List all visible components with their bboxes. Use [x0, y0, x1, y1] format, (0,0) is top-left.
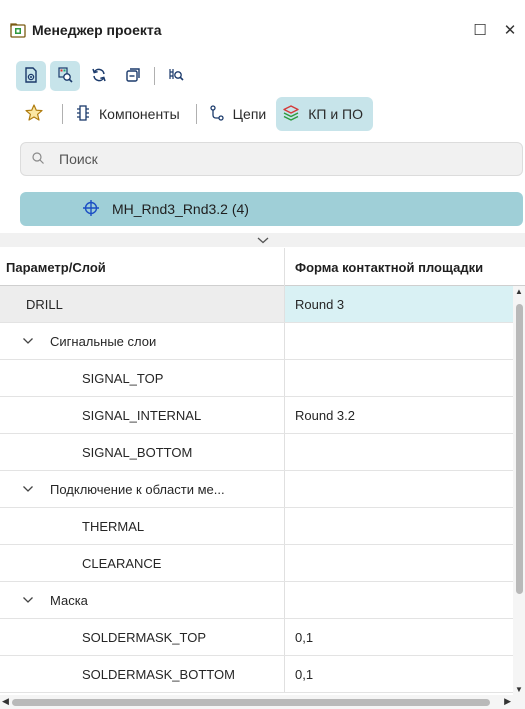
parameter-cell: SOLDERMASK_TOP [0, 619, 285, 655]
search-input[interactable] [59, 151, 499, 167]
table-group-row[interactable]: Подключение к области ме... [0, 471, 513, 508]
pad-shape-cell[interactable]: Round 3 [285, 286, 513, 322]
pad-stack-item[interactable]: MH_Rnd3_Rnd3.2 (4) [20, 192, 523, 226]
chevron-down-icon[interactable] [22, 337, 36, 345]
chevron-down-icon [256, 232, 270, 248]
toolbar [16, 60, 195, 92]
pad-shape-cell[interactable] [285, 582, 513, 618]
pad-crosshair-icon [82, 199, 100, 220]
parameter-cell: SIGNAL_BOTTOM [0, 434, 285, 470]
pad-shape-cell[interactable] [285, 360, 513, 396]
parameter-cell: DRILL [0, 286, 285, 322]
table-row[interactable]: SIGNAL_BOTTOM [0, 434, 513, 471]
parameter-cell: SIGNAL_INTERNAL [0, 397, 285, 433]
chevron-down-icon[interactable] [22, 596, 36, 604]
search-component-icon [167, 66, 185, 87]
pad-shape-cell[interactable] [285, 508, 513, 544]
scroll-up-arrow-icon[interactable]: ▲ [515, 287, 523, 296]
tab-components[interactable]: Компоненты [69, 97, 190, 131]
parameter-label: SIGNAL_TOP [82, 370, 164, 386]
view-mode-button[interactable] [16, 61, 46, 91]
table-group-row[interactable]: Сигнальные слои [0, 323, 513, 360]
parameter-label: Маска [50, 592, 88, 608]
pad-shape-cell[interactable] [285, 323, 513, 359]
table-row[interactable]: SIGNAL_INTERNAL Round 3.2 [0, 397, 513, 434]
column-header-parameter[interactable]: Параметр/Слой [0, 248, 285, 286]
horizontal-scroll-thumb[interactable] [12, 699, 490, 706]
project-manager-icon [10, 22, 26, 38]
parameter-cell: Маска [0, 582, 285, 618]
search-icon [31, 151, 45, 168]
tab-bar: Компоненты Цепи КП и ПО [20, 96, 373, 132]
pad-shape-cell[interactable]: 0,1 [285, 656, 513, 692]
tab-separator [195, 104, 197, 124]
scroll-right-arrow-icon[interactable]: ▶ [504, 696, 511, 707]
chevron-down-icon[interactable] [22, 485, 36, 493]
tab-pads-vias[interactable]: КП и ПО [276, 97, 373, 131]
table-row[interactable]: DRILL Round 3 [0, 286, 513, 323]
close-button[interactable]: ✕ [500, 20, 520, 40]
title-bar: Менеджер проекта ☐ ✕ [0, 0, 525, 58]
parameter-label: Подключение к области ме... [50, 481, 225, 497]
component-icon [75, 104, 99, 125]
pad-shape-cell[interactable]: Round 3.2 [285, 397, 513, 433]
tab-separator [62, 104, 63, 124]
parameter-label: SOLDERMASK_TOP [82, 629, 207, 645]
pad-shape-cell[interactable] [285, 434, 513, 470]
vertical-scroll-thumb[interactable] [516, 304, 523, 594]
parameter-label: THERMAL [82, 518, 145, 534]
table-body: DRILL Round 3 Сигнальные слои SIGNAL_TOP SIG… [0, 286, 513, 693]
pad-stack-name: MH_Rnd3_Rnd3.2 (4) [112, 201, 249, 217]
horizontal-scrollbar[interactable]: ◀ ▶ [0, 695, 525, 709]
find-button[interactable] [50, 61, 80, 91]
search-box [20, 142, 523, 176]
maximize-button[interactable]: ☐ [470, 20, 490, 40]
panel-splitter[interactable] [0, 233, 525, 247]
toolbar-separator [154, 67, 155, 85]
find-icon [56, 66, 74, 87]
table-row[interactable]: SIGNAL_TOP [0, 360, 513, 397]
layers-icon [282, 104, 308, 125]
tab-components-label: Компоненты [99, 106, 180, 122]
pad-shape-cell[interactable] [285, 545, 513, 581]
vertical-scrollbar[interactable]: ▲ ▼ [513, 286, 525, 695]
star-icon [24, 103, 52, 126]
table-row[interactable]: SOLDERMASK_BOTTOM 0,1 [0, 656, 513, 693]
collapse-all-button[interactable] [118, 61, 148, 91]
parameter-cell: THERMAL [0, 508, 285, 544]
pad-shape-cell[interactable] [285, 471, 513, 507]
refresh-icon [90, 66, 108, 87]
net-icon [209, 104, 233, 125]
scroll-down-arrow-icon[interactable]: ▼ [515, 685, 523, 694]
parameter-cell: Сигнальные слои [0, 323, 285, 359]
refresh-button[interactable] [84, 61, 114, 91]
parameter-cell: CLEARANCE [0, 545, 285, 581]
table-row[interactable]: SOLDERMASK_TOP 0,1 [0, 619, 513, 656]
parameter-cell: Подключение к области ме... [0, 471, 285, 507]
parameter-label: SOLDERMASK_BOTTOM [82, 666, 235, 682]
scroll-left-arrow-icon[interactable]: ◀ [2, 696, 9, 707]
table-group-row[interactable]: Маска [0, 582, 513, 619]
table-row[interactable]: CLEARANCE [0, 545, 513, 582]
tab-pads-vias-label: КП и ПО [308, 106, 363, 122]
parameter-label: SIGNAL_INTERNAL [82, 407, 202, 423]
collapse-icon [124, 66, 142, 87]
parameter-cell: SIGNAL_TOP [0, 360, 285, 396]
column-header-pad-shape[interactable]: Форма контактной площадки [285, 248, 525, 286]
parameter-label: SIGNAL_BOTTOM [82, 444, 193, 460]
table-header: Параметр/Слой Форма контактной площадки [0, 248, 525, 286]
table-row[interactable]: THERMAL [0, 508, 513, 545]
search-component-button[interactable] [161, 61, 191, 91]
parameter-label: Сигнальные слои [50, 333, 157, 349]
tab-nets[interactable]: Цепи [203, 97, 277, 131]
parameters-table: Параметр/Слой Форма контактной площадки … [0, 248, 525, 695]
window-title: Менеджер проекта [32, 22, 162, 38]
view-mode-icon [22, 66, 40, 87]
parameter-cell: SOLDERMASK_BOTTOM [0, 656, 285, 692]
tab-nets-label: Цепи [232, 106, 267, 122]
parameter-label: DRILL [26, 296, 63, 312]
favorites-button[interactable] [20, 97, 56, 131]
parameter-label: CLEARANCE [82, 555, 162, 571]
pad-shape-cell[interactable]: 0,1 [285, 619, 513, 655]
